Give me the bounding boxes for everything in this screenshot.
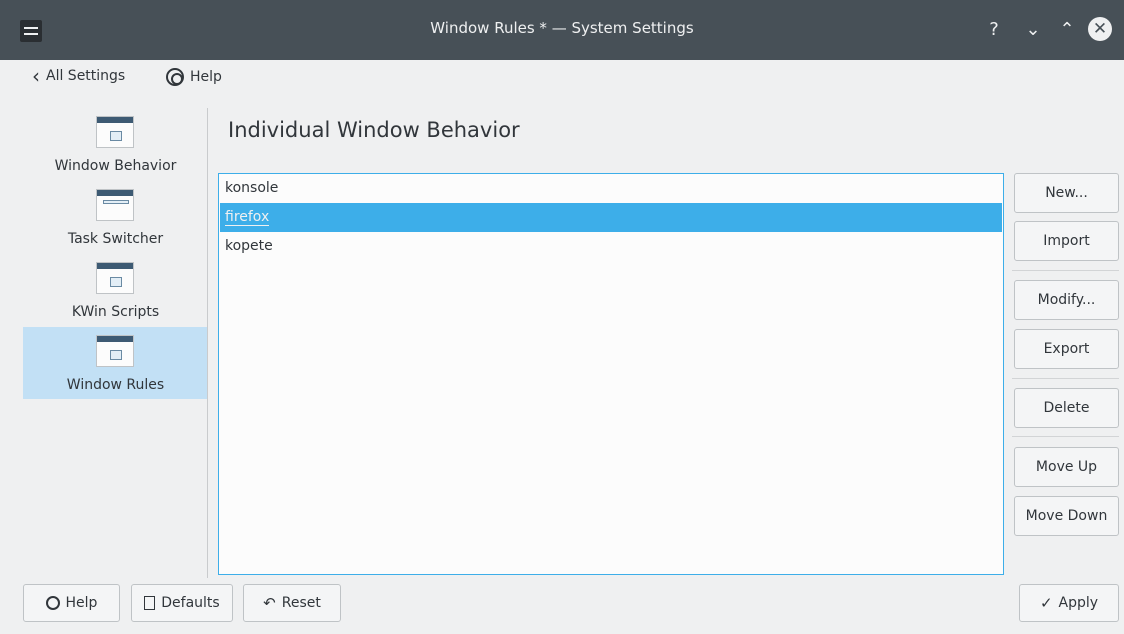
apply-button[interactable]: ✓ Apply (1019, 584, 1119, 622)
defaults-button[interactable]: Defaults (131, 584, 233, 622)
list-item[interactable]: kopete (220, 232, 1002, 261)
sidebar-item-kwin-scripts[interactable]: KWin Scripts (23, 254, 208, 326)
window-title: Window Rules * — System Settings (430, 19, 694, 37)
window-icon (96, 262, 134, 294)
button-separator (1012, 436, 1119, 437)
move-down-button[interactable]: Move Down (1014, 496, 1119, 536)
modify-button[interactable]: Modify... (1014, 280, 1119, 320)
rules-list[interactable]: konsole firefox kopete (218, 173, 1004, 575)
all-settings-button[interactable]: ‹ All Settings (32, 64, 126, 88)
sidebar-item-label: Window Rules (66, 377, 165, 393)
sidebar-item-task-switcher[interactable]: Task Switcher (23, 181, 208, 253)
top-toolbar: ‹ All Settings Help (0, 60, 1124, 94)
minimize-button[interactable]: ⌄ (1022, 16, 1044, 44)
help-button-label: Help (65, 595, 98, 611)
sidebar-divider (207, 108, 208, 578)
button-separator (1012, 378, 1119, 379)
all-settings-label: All Settings (46, 68, 126, 84)
sidebar-item-label: Task Switcher (67, 231, 164, 247)
defaults-button-label: Defaults (161, 595, 220, 611)
sidebar-item-label: Window Behavior (54, 158, 177, 174)
list-item[interactable]: konsole (220, 174, 1002, 203)
sidebar: Window Behavior Task Switcher KWin Scrip… (23, 108, 208, 578)
maximize-button[interactable]: ⌃ (1056, 16, 1078, 44)
list-item[interactable]: firefox (220, 203, 1002, 232)
window-icon (96, 335, 134, 367)
help-lifebuoy-icon (166, 68, 184, 86)
button-separator (1012, 270, 1119, 271)
list-item-label: kopete (225, 238, 273, 254)
sidebar-item-window-behavior[interactable]: Window Behavior (23, 108, 208, 180)
window-icon (96, 189, 134, 221)
window-icon (96, 116, 134, 148)
back-chevron-icon: ‹ (32, 64, 40, 88)
move-up-button[interactable]: Move Up (1014, 447, 1119, 487)
list-item-label: konsole (225, 180, 279, 196)
help-button[interactable]: Help (23, 584, 120, 622)
help-toolbar-label: Help (190, 69, 222, 85)
close-button[interactable]: ✕ (1088, 17, 1112, 41)
new-button[interactable]: New... (1014, 173, 1119, 213)
export-button[interactable]: Export (1014, 329, 1119, 369)
checkmark-icon: ✓ (1039, 594, 1053, 612)
defaults-icon (144, 596, 156, 610)
list-item-label: firefox (225, 209, 270, 226)
delete-button[interactable]: Delete (1014, 388, 1119, 428)
help-lifebuoy-icon (45, 596, 60, 610)
import-button[interactable]: Import (1014, 221, 1119, 261)
window-titlebar: Window Rules * — System Settings ? ⌄ ⌃ ✕ (0, 0, 1124, 60)
apply-button-label: Apply (1058, 595, 1099, 611)
sidebar-item-label: KWin Scripts (71, 304, 160, 320)
page-title: Individual Window Behavior (228, 118, 520, 142)
help-window-button[interactable]: ? (984, 16, 1004, 44)
reset-button-label: Reset (281, 595, 321, 611)
reset-button[interactable]: ↶ Reset (243, 584, 341, 622)
sidebar-item-window-rules[interactable]: Window Rules (23, 327, 208, 399)
help-toolbar-button[interactable]: Help (166, 68, 222, 86)
reset-icon: ↶ (263, 594, 276, 612)
